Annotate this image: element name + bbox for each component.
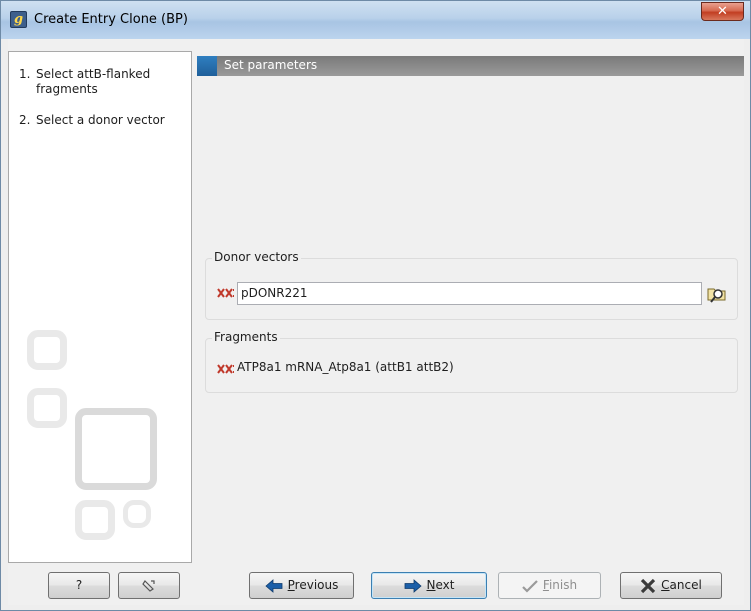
finish-label: inish xyxy=(548,578,578,592)
dialog-body: 1. Select attB-flanked fragments 2. Sele… xyxy=(8,39,744,605)
close-button[interactable]: ✕ xyxy=(701,2,744,21)
step-label: Select a donor vector xyxy=(36,113,165,127)
title-bar[interactable]: g Create Entry Clone (BP) ✕ xyxy=(1,1,750,39)
arrow-right-icon xyxy=(404,578,422,593)
donor-vector-field[interactable]: pDONR221 xyxy=(237,282,702,305)
cancel-button[interactable]: Cancel xyxy=(620,572,722,599)
donor-vectors-title: Donor vectors xyxy=(212,250,301,264)
wizard-step-select-donor: 2. Select a donor vector xyxy=(9,113,191,128)
parameters-panel: Set parameters Donor vectors pDONR221 Fr… xyxy=(197,51,744,563)
window-title: Create Entry Clone (BP) xyxy=(34,12,188,27)
previous-label: revious xyxy=(294,578,339,592)
help-button[interactable]: ? xyxy=(48,572,110,599)
donor-vectors-group: Donor vectors pDONR221 xyxy=(205,250,738,320)
folder-search-icon[interactable] xyxy=(705,281,729,305)
previous-mnemonic: P xyxy=(287,578,295,592)
section-accent xyxy=(197,56,217,76)
finish-button[interactable]: Finish xyxy=(498,572,601,599)
help-label: ? xyxy=(75,578,83,592)
cancel-label: ancel xyxy=(669,578,702,592)
step-number: 1. xyxy=(19,67,31,81)
fragments-title: Fragments xyxy=(212,330,280,344)
wizard-steps-panel: 1. Select attB-flanked fragments 2. Sele… xyxy=(8,51,192,563)
section-header: Set parameters xyxy=(197,56,744,76)
reset-button[interactable] xyxy=(118,572,180,599)
reset-icon xyxy=(142,579,155,592)
fragments-group: Fragments ATP8a1 mRNA_Atp8a1 (attB1 attB… xyxy=(205,330,738,393)
next-mnemonic: N xyxy=(426,578,436,592)
next-label: ext xyxy=(435,578,455,592)
step-number: 2. xyxy=(19,113,31,127)
wizard-step-select-fragments: 1. Select attB-flanked fragments xyxy=(9,67,191,97)
cancel-mnemonic: C xyxy=(661,578,670,592)
arrow-left-icon xyxy=(265,578,283,593)
step-label: Select attB-flanked fragments xyxy=(36,67,151,96)
sequence-icon xyxy=(217,364,235,374)
fragment-item: ATP8a1 mRNA_Atp8a1 (attB1 attB2) xyxy=(237,360,454,374)
dialog-window: g Create Entry Clone (BP) ✕ 1. Select at… xyxy=(0,0,751,611)
sequence-icon xyxy=(217,288,235,298)
checkmark-icon xyxy=(522,579,538,593)
app-icon: g xyxy=(10,11,27,28)
section-title: Set parameters xyxy=(224,58,318,72)
next-button[interactable]: Next xyxy=(371,572,487,599)
previous-button[interactable]: Previous xyxy=(249,572,354,599)
cancel-x-icon xyxy=(641,578,656,593)
